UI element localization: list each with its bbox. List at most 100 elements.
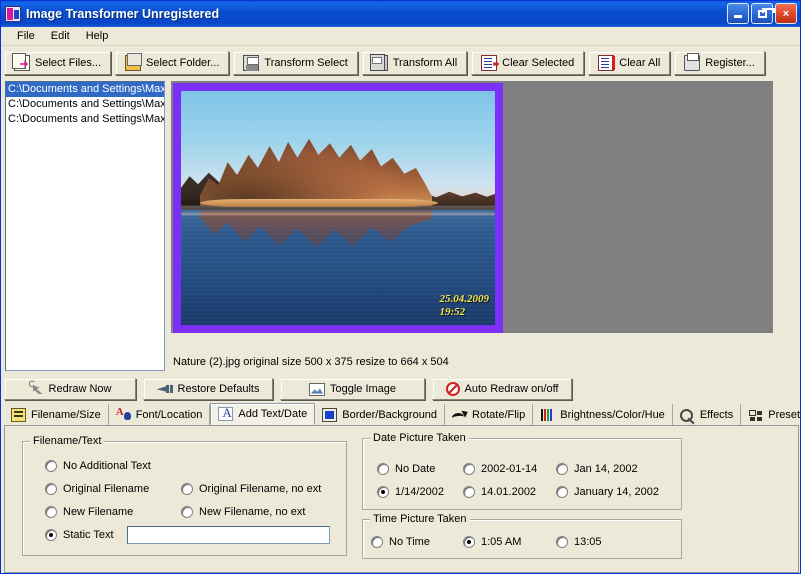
radio-no-additional-text[interactable]: No Additional Text: [45, 460, 151, 472]
restore-button[interactable]: [751, 3, 775, 24]
select-files-label: Select Files...: [35, 56, 102, 69]
redraw-now-label: Redraw Now: [48, 383, 112, 395]
file-list[interactable]: C:\Documents and Settings\Max C:\Documen…: [5, 81, 165, 371]
radio-new-filename[interactable]: New Filename: [45, 506, 133, 518]
date-time-stamp: 25.04.2009 19:52: [440, 293, 490, 319]
menu-item-help[interactable]: Help: [78, 29, 117, 43]
select-files-button[interactable]: Select Files...: [4, 51, 112, 75]
rotate-flip-icon: [452, 408, 467, 422]
radio-no-date[interactable]: No Date: [377, 463, 435, 475]
tab-add-text-date-label: Add Text/Date: [238, 408, 308, 420]
add-text-date-icon: [218, 405, 234, 421]
filename-text-group-title: Filename/Text: [30, 435, 105, 447]
tab-rotate-flip-label: Rotate/Flip: [472, 408, 526, 421]
radio-indicator: [556, 536, 568, 548]
radio-label: 2002-01-14: [481, 463, 538, 475]
menu-item-edit[interactable]: Edit: [43, 29, 78, 43]
title-bar: Image Transformer Unregistered ×: [1, 1, 800, 27]
toggle-image-icon: [308, 382, 325, 396]
radio-time-24h[interactable]: 13:05: [556, 536, 602, 548]
radio-date-us[interactable]: 1/14/2002: [377, 486, 444, 498]
minimize-button[interactable]: [727, 3, 749, 24]
restore-defaults-label: Restore Defaults: [177, 383, 260, 395]
toggle-image-button[interactable]: Toggle Image: [280, 378, 425, 400]
radio-indicator: [377, 486, 389, 498]
tab-brightness-color-hue[interactable]: Brightness/Color/Hue: [533, 404, 673, 425]
radio-date-iso[interactable]: 2002-01-14: [463, 463, 537, 475]
radio-label: Static Text: [63, 529, 114, 541]
clear-all-button[interactable]: Clear All: [588, 51, 671, 75]
restore-defaults-button[interactable]: Restore Defaults: [143, 378, 273, 400]
transform-all-icon: [369, 54, 388, 71]
radio-label: New Filename: [63, 506, 134, 518]
tab-effects-label: Effects: [699, 408, 734, 421]
image-info-caption: Nature (2).jpg original size 500 x 375 r…: [173, 356, 449, 368]
transform-all-label: Transform All: [392, 56, 458, 69]
list-item[interactable]: C:\Documents and Settings\Max: [6, 82, 164, 97]
tab-presets[interactable]: Presets: [741, 404, 800, 425]
clear-all-label: Clear All: [619, 56, 661, 69]
radio-no-time[interactable]: No Time: [371, 536, 430, 548]
radio-date-dotted[interactable]: 14.01.2002: [463, 486, 536, 498]
preview-image-frame[interactable]: 25.04.2009 19:52: [173, 83, 503, 333]
radio-label: No Date: [395, 463, 436, 475]
tab-effects[interactable]: Effects: [672, 404, 742, 425]
auto-redraw-button[interactable]: Auto Redraw on/off: [432, 378, 572, 400]
radio-original-filename[interactable]: Original Filename: [45, 483, 149, 495]
radio-date-long-month[interactable]: January 14, 2002: [556, 486, 659, 498]
radio-label: Jan 14, 2002: [574, 463, 638, 475]
tab-font-location[interactable]: Font/Location: [108, 404, 211, 425]
select-folder-button[interactable]: Select Folder...: [115, 51, 230, 75]
radio-original-filename-no-ext[interactable]: Original Filename, no ext: [181, 483, 321, 495]
radio-indicator: [45, 529, 57, 541]
date-picture-taken-group: Date Picture Taken No Date 2002-01-14 Ja…: [362, 432, 682, 510]
filename-text-group: Filename/Text No Additional Text Origina…: [22, 435, 347, 556]
radio-indicator: [463, 536, 475, 548]
presets-icon: [748, 408, 763, 422]
radio-new-filename-no-ext[interactable]: New Filename, no ext: [181, 506, 305, 518]
radio-static-text[interactable]: Static Text: [45, 529, 114, 541]
tab-rotate-flip[interactable]: Rotate/Flip: [445, 404, 534, 425]
tab-add-text-date[interactable]: Add Text/Date: [210, 403, 316, 425]
tab-filename-size-label: Filename/Size: [31, 408, 101, 421]
close-button[interactable]: ×: [775, 3, 797, 24]
tab-filename-size[interactable]: Filename/Size: [4, 404, 109, 425]
radio-label: 1/14/2002: [395, 486, 444, 498]
transform-select-button[interactable]: Transform Select: [233, 51, 358, 75]
photo-waterline-glint: [181, 212, 495, 215]
radio-label: Original Filename, no ext: [199, 483, 322, 495]
menu-bar: File Edit Help: [1, 27, 800, 46]
stamp-date: 25.04.2009: [439, 293, 490, 305]
radio-indicator: [45, 506, 57, 518]
radio-label: No Time: [389, 536, 430, 548]
radio-indicator: [181, 483, 193, 495]
select-files-icon: [12, 53, 30, 71]
border-background-icon: [322, 407, 338, 422]
redraw-now-button[interactable]: Redraw Now: [4, 378, 136, 400]
tab-border-background[interactable]: Border/Background: [315, 404, 446, 425]
restore-icon: [757, 7, 775, 18]
register-button[interactable]: Register...: [674, 51, 765, 75]
radio-date-short-month[interactable]: Jan 14, 2002: [556, 463, 638, 475]
radio-label: 1:05 AM: [481, 536, 522, 548]
auto-redraw-icon: [445, 382, 460, 396]
photo-island-trees: [199, 138, 433, 206]
radio-indicator: [556, 463, 568, 475]
list-item[interactable]: C:\Documents and Settings\Max: [6, 112, 164, 127]
transform-all-button[interactable]: Transform All: [361, 51, 468, 75]
radio-time-12h[interactable]: 1:05 AM: [463, 536, 521, 548]
stamp-time: 19:52: [439, 306, 466, 318]
toggle-image-label: Toggle Image: [329, 383, 397, 395]
clear-selected-button[interactable]: Clear Selected: [471, 51, 585, 75]
time-picture-taken-group-title: Time Picture Taken: [370, 513, 470, 525]
tab-strip: Filename/Size Font/Location Add Text/Dat…: [4, 403, 800, 426]
static-text-input[interactable]: [127, 526, 330, 544]
toolbar: Select Files... Select Folder... Transfo…: [1, 48, 800, 78]
list-item[interactable]: C:\Documents and Settings\Max: [6, 97, 164, 112]
menu-item-file[interactable]: File: [9, 29, 43, 43]
radio-indicator: [556, 486, 568, 498]
radio-label: 14.01.2002: [481, 486, 537, 498]
photo-sandbar: [199, 198, 439, 208]
select-folder-label: Select Folder...: [146, 56, 220, 69]
radio-label: New Filename, no ext: [199, 506, 306, 518]
